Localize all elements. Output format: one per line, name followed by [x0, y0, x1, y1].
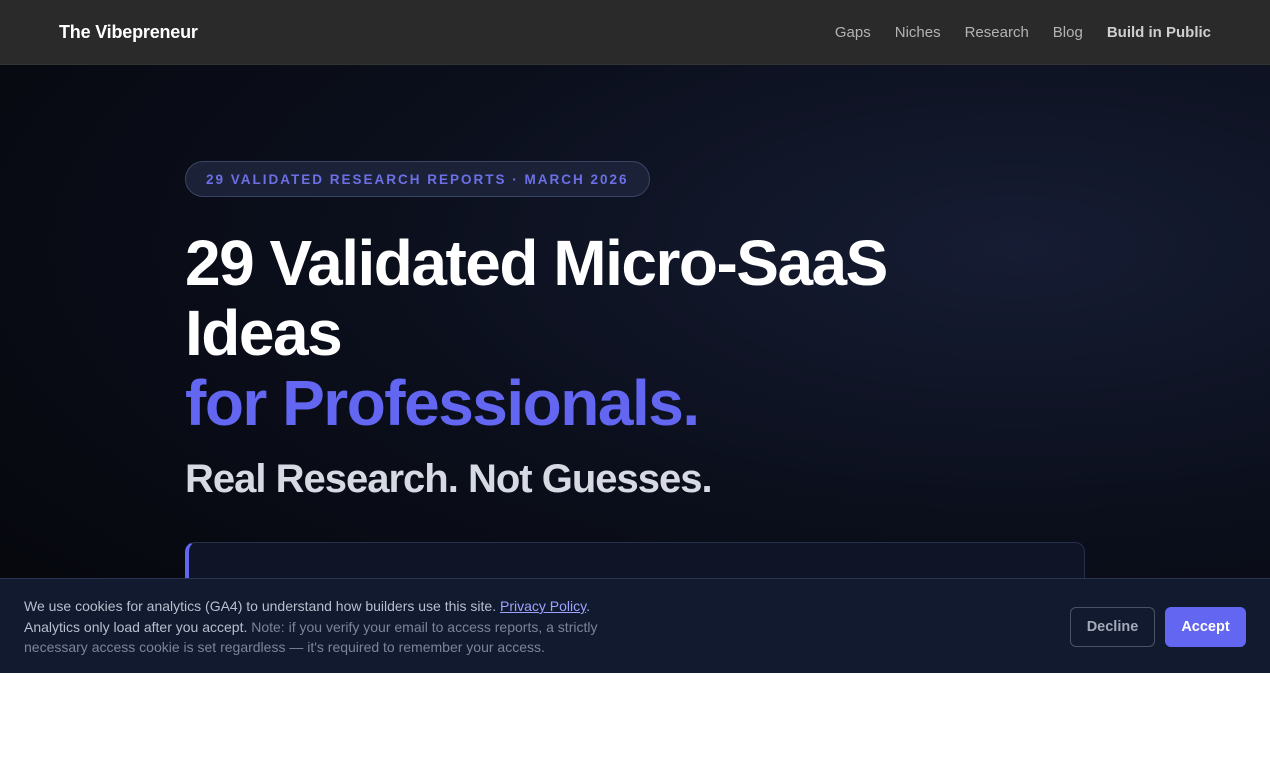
top-navbar: The Vibepreneur Gaps Niches Research Blo… — [0, 0, 1270, 65]
accept-button[interactable]: Accept — [1165, 607, 1246, 647]
hero-title-line1: 29 Validated Micro-SaaS — [185, 227, 888, 299]
cookie-text-part1: We use cookies for analytics (GA4) to un… — [24, 598, 500, 614]
nav-links: Gaps Niches Research Blog Build in Publi… — [811, 24, 1211, 41]
nav-link-niches[interactable]: Niches — [895, 24, 941, 41]
cookie-banner: We use cookies for analytics (GA4) to un… — [0, 578, 1270, 673]
hero-title: 29 Validated Micro-SaaS Ideas for Profes… — [185, 228, 1005, 438]
privacy-policy-link[interactable]: Privacy Policy — [500, 598, 586, 614]
nav-link-research[interactable]: Research — [965, 24, 1029, 41]
nav-link-blog[interactable]: Blog — [1053, 24, 1083, 41]
cookie-text-part2: . — [586, 598, 590, 614]
hero-title-line2: Ideas — [185, 297, 343, 369]
cookie-text-line2: Analytics only load after you accept. — [24, 618, 252, 635]
nav-link-build-in-public[interactable]: Build in Public — [1107, 24, 1211, 41]
nav-link-gaps[interactable]: Gaps — [835, 24, 871, 41]
hero-title-accent: for Professionals. — [185, 367, 700, 439]
cookie-message: We use cookies for analytics (GA4) to un… — [24, 596, 624, 658]
decline-button[interactable]: Decline — [1070, 607, 1155, 647]
brand-logo[interactable]: The Vibepreneur — [59, 22, 198, 43]
reports-badge: 29 VALIDATED RESEARCH REPORTS · MARCH 20… — [185, 161, 650, 197]
hero-subheading: Real Research. Not Guesses. — [185, 457, 713, 501]
